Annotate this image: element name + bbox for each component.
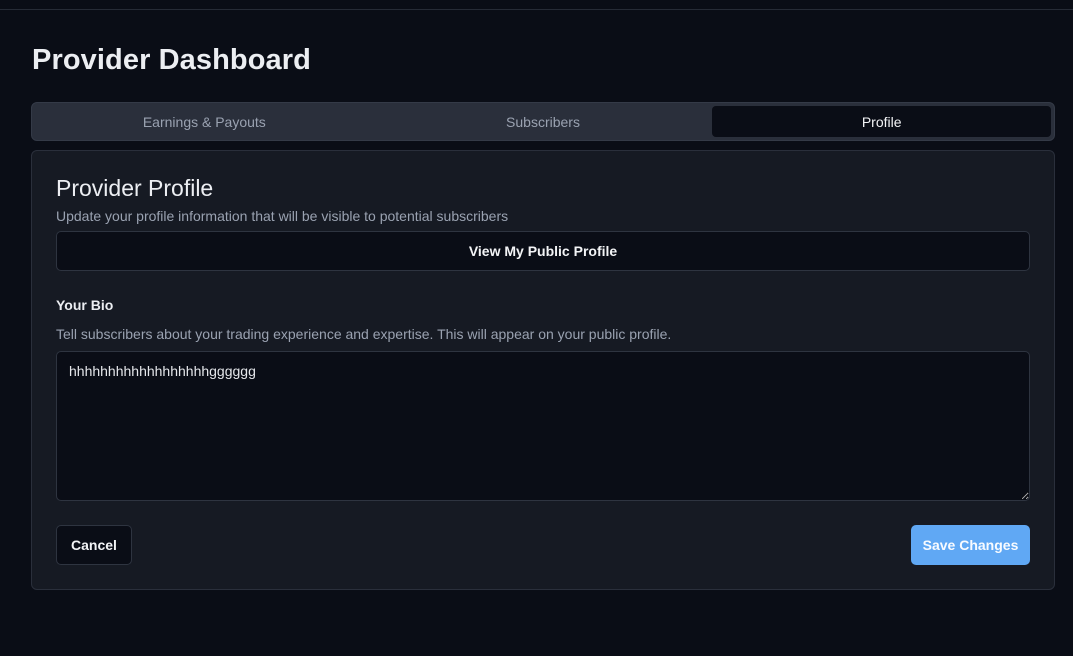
- card-title: Provider Profile: [56, 175, 214, 201]
- card-subtitle: Update your profile information that wil…: [56, 208, 509, 224]
- top-divider: [0, 9, 1073, 10]
- provider-profile-card: Provider Profile Update your profile inf…: [31, 150, 1055, 590]
- bio-label: Your Bio: [56, 297, 114, 313]
- tab-subscribers[interactable]: Subscribers: [374, 106, 713, 137]
- cancel-button[interactable]: Cancel: [56, 525, 132, 565]
- dashboard-tabs: Earnings & Payouts Subscribers Profile: [31, 102, 1055, 141]
- tab-profile[interactable]: Profile: [712, 106, 1052, 137]
- bio-textarea[interactable]: hhhhhhhhhhhhhhhhhhgggggg: [56, 351, 1030, 501]
- view-public-profile-button[interactable]: View My Public Profile: [56, 231, 1030, 271]
- bio-help-text: Tell subscribers about your trading expe…: [56, 326, 672, 342]
- page-title: Provider Dashboard: [32, 44, 311, 76]
- tab-earnings-payouts[interactable]: Earnings & Payouts: [35, 106, 374, 137]
- save-changes-button[interactable]: Save Changes: [911, 525, 1030, 565]
